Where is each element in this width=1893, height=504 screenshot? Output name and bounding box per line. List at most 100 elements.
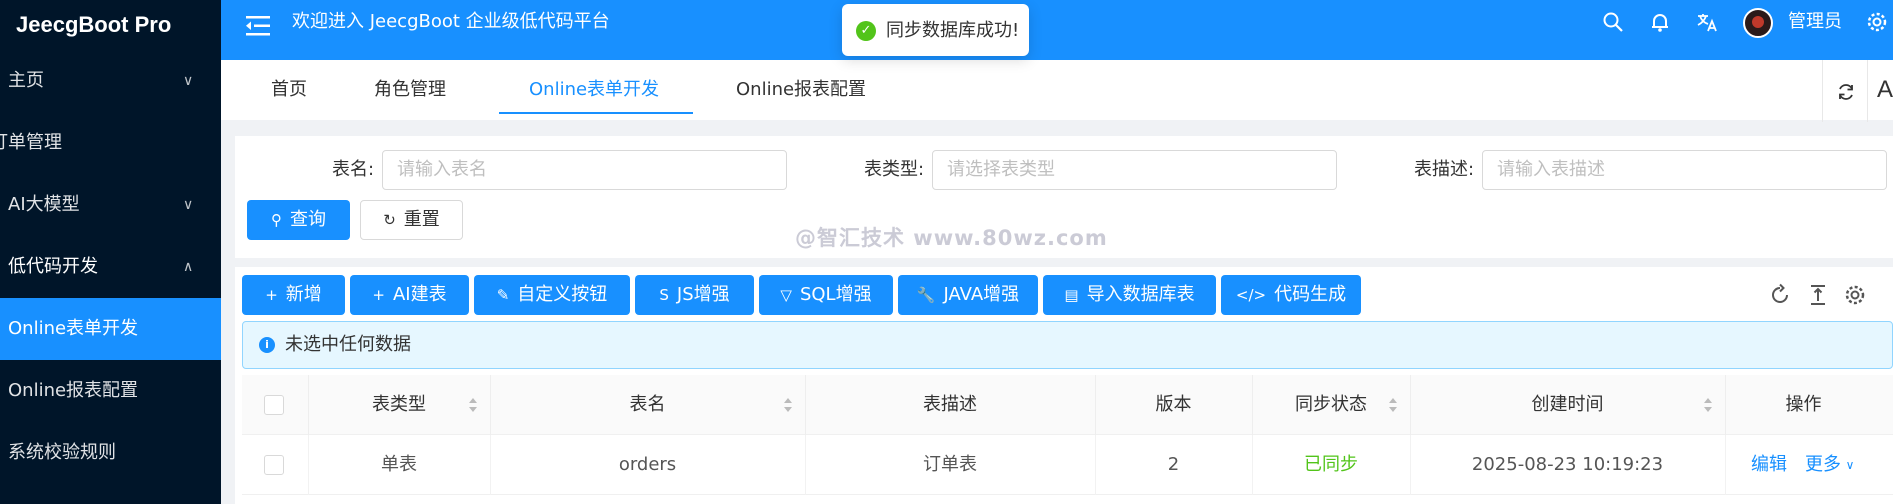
add-button-label: 新增 (285, 284, 322, 305)
reset-button[interactable]: ↻ 重置 (360, 200, 463, 240)
tab-role-management[interactable]: 角色管理 (374, 60, 446, 115)
divider (1867, 60, 1868, 122)
custom-button-label: 自定义按钮 (517, 284, 608, 305)
strikethrough-icon: S (659, 286, 669, 304)
column-height-icon[interactable] (1806, 283, 1830, 307)
query-button[interactable]: ⚲ 查询 (247, 200, 350, 240)
tab-online-form[interactable]: Online表单开发 (529, 60, 659, 115)
watermark: @智汇技术 www.80wz.com (795, 226, 1108, 250)
divider (1822, 60, 1823, 122)
sidebar-item-label: AI大模型 (8, 194, 80, 215)
ai-create-table-button[interactable]: + AI建表 (350, 275, 469, 315)
avatar[interactable] (1743, 8, 1773, 38)
custom-button-button[interactable]: ✎ 自定义按钮 (474, 275, 630, 315)
reload-icon: ↻ (383, 211, 396, 229)
edit-link[interactable]: 编辑 (1749, 435, 1789, 495)
column-header-name[interactable]: 表名 (490, 375, 805, 435)
table-name-label: 表名: (332, 159, 375, 180)
info-icon: i (259, 337, 275, 353)
cell-sync-status: 已同步 (1304, 454, 1358, 475)
cell-desc: 订单表 (923, 454, 977, 475)
cell-version: 2 (1167, 454, 1180, 475)
table-type-select[interactable]: 请选择表类型 (932, 150, 1337, 190)
plus-icon: + (372, 286, 385, 304)
select-all-checkbox[interactable] (264, 395, 284, 415)
column-header-actions: 操作 (1785, 394, 1822, 415)
cell-type: 单表 (381, 454, 417, 475)
table-desc-input[interactable]: 请输入表描述 (1482, 150, 1887, 190)
filter-icon: ▽ (780, 286, 792, 304)
sidebar-item-label: 低代码开发 (8, 256, 98, 277)
alert-message: 未选中任何数据 (285, 334, 411, 355)
sidebar-item-label: 系统校验规则 (8, 442, 116, 463)
tab-overflow-letter[interactable]: A (1877, 76, 1893, 104)
gear-icon[interactable] (1865, 10, 1889, 34)
success-toast: ✓ 同步数据库成功! (842, 4, 1029, 56)
refresh-icon[interactable] (1768, 283, 1792, 307)
plus-icon: + (265, 286, 278, 304)
add-button[interactable]: + 新增 (242, 275, 345, 315)
translate-icon[interactable] (1695, 10, 1719, 34)
sidebar-item-validation-rules[interactable]: 系统校验规则 (0, 422, 221, 484)
sidebar-item-label: Online表单开发 (8, 318, 139, 339)
code-generate-label: 代码生成 (1274, 284, 1347, 305)
wrench-icon: 🔧 (916, 286, 936, 304)
tab-online-report[interactable]: Online报表配置 (736, 60, 866, 115)
sidebar-item-label: 主页 (8, 70, 44, 91)
header-title: 欢迎进入 JeecgBoot 企业级低代码平台 (292, 11, 610, 32)
sort-icon[interactable] (1703, 397, 1713, 413)
gear-icon[interactable] (1843, 283, 1867, 307)
row-checkbox[interactable] (264, 455, 284, 475)
column-header-created[interactable]: 创建时间 (1410, 375, 1725, 435)
column-header-desc: 表描述 (923, 394, 977, 415)
refresh-icon[interactable] (1836, 82, 1856, 102)
file-icon: ▤ (1064, 286, 1079, 304)
reset-button-label: 重置 (403, 209, 440, 230)
sidebar-item-orders[interactable]: 订单管理 (0, 112, 221, 174)
sidebar-item-lowcode[interactable]: 低代码开发 ∧ (0, 236, 221, 298)
chevron-up-icon: ∧ (183, 259, 194, 275)
search-icon[interactable] (1601, 10, 1625, 34)
sidebar-item-home[interactable]: 主页 ∨ (0, 50, 221, 112)
table-type-label: 表类型: (864, 159, 925, 180)
tab-home[interactable]: 首页 (271, 60, 307, 115)
table-header: 表类型 表名 表描述 版本 同步状态 创建时间 操作 (242, 375, 1893, 435)
chevron-down-icon: ∨ (183, 73, 194, 89)
top-header: 欢迎进入 JeecgBoot 企业级低代码平台 管理员 (221, 0, 1893, 60)
import-db-table-button[interactable]: ▤ 导入数据库表 (1043, 275, 1216, 315)
sidebar-item-ai-model[interactable]: AI大模型 ∨ (0, 174, 221, 236)
sidebar-item-online-form[interactable]: Online表单开发 (0, 298, 221, 360)
code-generate-button[interactable]: </> 代码生成 (1221, 275, 1361, 315)
toast-message: 同步数据库成功! (886, 20, 1020, 41)
ai-create-table-label: AI建表 (392, 284, 447, 305)
sidebar-item-online-report[interactable]: Online报表配置 (0, 360, 221, 422)
js-enhance-label: JS增强 (676, 284, 730, 305)
import-db-table-label: 导入数据库表 (1086, 284, 1195, 305)
query-button-label: 查询 (290, 209, 326, 230)
bell-icon[interactable] (1648, 10, 1672, 34)
sort-icon[interactable] (783, 397, 793, 413)
selection-alert: i 未选中任何数据 (242, 321, 1893, 369)
table-desc-label: 表描述: (1414, 159, 1475, 180)
sort-icon[interactable] (468, 397, 478, 413)
tab-bar: 首页 角色管理 Online表单开发 Online报表配置 (221, 60, 1893, 120)
sidebar-item-label: 订单管理 (0, 132, 62, 153)
chevron-down-icon[interactable]: ∨ (1843, 435, 1857, 495)
active-tab-underline (499, 112, 693, 114)
column-header-type[interactable]: 表类型 (308, 375, 490, 435)
sql-enhance-label: SQL增强 (799, 284, 872, 305)
sql-enhance-button[interactable]: ▽ SQL增强 (759, 275, 893, 315)
java-enhance-label: JAVA增强 (943, 284, 1020, 305)
menu-fold-icon[interactable] (241, 9, 275, 43)
user-name[interactable]: 管理员 (1788, 0, 1842, 44)
more-link[interactable]: 更多 (1803, 435, 1843, 495)
search-icon: ⚲ (271, 211, 282, 229)
column-header-sync-status[interactable]: 同步状态 (1252, 375, 1410, 435)
code-icon: </> (1235, 286, 1267, 304)
java-enhance-button[interactable]: 🔧 JAVA增强 (898, 275, 1038, 315)
js-enhance-button[interactable]: S JS增强 (635, 275, 754, 315)
check-circle-icon: ✓ (856, 21, 876, 41)
sidebar-item-label: Online报表配置 (8, 380, 139, 401)
sort-icon[interactable] (1388, 397, 1398, 413)
table-name-input[interactable]: 请输入表名 (382, 150, 787, 190)
